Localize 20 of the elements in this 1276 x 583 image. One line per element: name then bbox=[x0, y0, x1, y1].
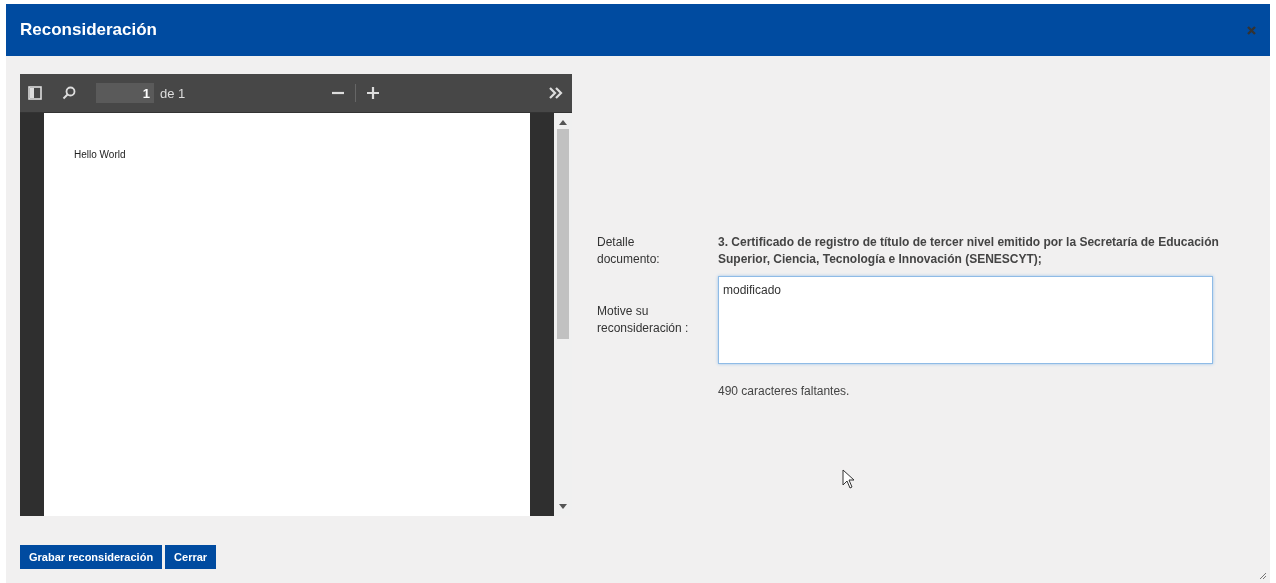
page-number-field[interactable]: 1 bbox=[96, 83, 154, 103]
scroll-down-icon[interactable] bbox=[559, 504, 567, 510]
document-text: Hello World bbox=[74, 149, 127, 160]
page-count: de 1 bbox=[160, 85, 186, 101]
dialog-title: Reconsideración bbox=[20, 20, 157, 40]
field-label: Detalle documento: bbox=[597, 234, 661, 268]
action-button[interactable]: Cerrar bbox=[165, 545, 217, 569]
character-counter: 490 caracteres faltantes. bbox=[718, 384, 851, 398]
resize-grip-icon[interactable] bbox=[1259, 572, 1267, 580]
scroll-up-icon[interactable] bbox=[559, 119, 567, 125]
scrollbar[interactable] bbox=[554, 113, 572, 516]
double-chevron-icon[interactable] bbox=[548, 86, 564, 100]
search-icon[interactable] bbox=[62, 86, 76, 100]
reason-textarea[interactable]: modificado bbox=[718, 276, 1213, 364]
field-label: Motive su reconsideración : bbox=[597, 303, 690, 337]
cursor-icon bbox=[842, 469, 856, 489]
sidebar-toggle-icon[interactable] bbox=[28, 86, 42, 100]
zoom-in-icon[interactable] bbox=[366, 86, 381, 100]
action-button[interactable]: Grabar reconsideración bbox=[20, 545, 163, 569]
document-detail: 3. Certificado de registro de título de tercer nivel emitido por la Secretaría de Educación Superior, Ciencia, Tecnología e Innovación (SENESCYT); bbox=[718, 234, 1220, 268]
